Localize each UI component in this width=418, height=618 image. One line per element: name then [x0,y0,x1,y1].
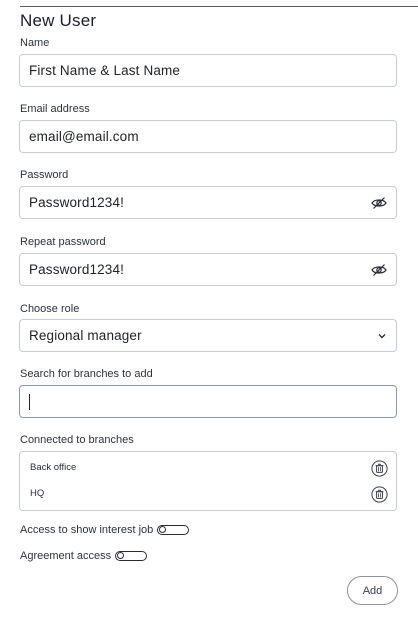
agreement-access-row: Agreement access [20,550,148,562]
branch-search-label: Search for branches to add [20,368,153,380]
branch-search-input[interactable] [19,385,397,418]
branch-item-hq: HQ [30,488,45,499]
repeat-password-field[interactable]: Password1234! [19,253,397,286]
eye-slash-icon[interactable] [371,196,387,210]
name-label: Name [20,37,50,49]
add-button[interactable]: Add [347,576,398,605]
page-title: New User [20,11,97,30]
trash-icon[interactable] [371,460,388,477]
password-field[interactable]: Password1234! [19,186,397,219]
email-label: Email address [20,103,90,115]
email-value: email@email.com [29,129,139,144]
eye-slash-icon[interactable] [371,263,387,277]
agreement-access-label: Agreement access [20,550,112,562]
repeat-password-value: Password1234! [29,262,125,277]
repeat-password-label: Repeat password [20,236,106,248]
password-value: Password1234! [29,195,125,210]
header-divider [20,6,418,7]
connected-branches-list: Back office HQ [19,451,397,511]
toggle-knob [159,526,167,533]
name-field[interactable]: First Name & Last Name [19,54,397,87]
role-selected-value: Regional manager [29,328,142,343]
toggle-knob [117,552,125,559]
branch-item-back-office: Back office [30,462,77,473]
agreement-access-toggle[interactable] [115,551,148,561]
password-label: Password [20,169,69,181]
connected-branches-label: Connected to branches [20,434,134,446]
trash-icon[interactable] [371,486,388,503]
show-interest-job-label: Access to show interest job [20,524,154,536]
chevron-down-icon [378,334,386,339]
show-interest-job-toggle[interactable] [157,525,190,535]
email-field[interactable]: email@email.com [19,120,397,153]
role-select[interactable]: Regional manager [19,319,397,352]
text-cursor [29,394,30,410]
show-interest-job-row: Access to show interest job [20,524,190,536]
role-label: Choose role [20,303,80,315]
name-value: First Name & Last Name [29,63,181,78]
